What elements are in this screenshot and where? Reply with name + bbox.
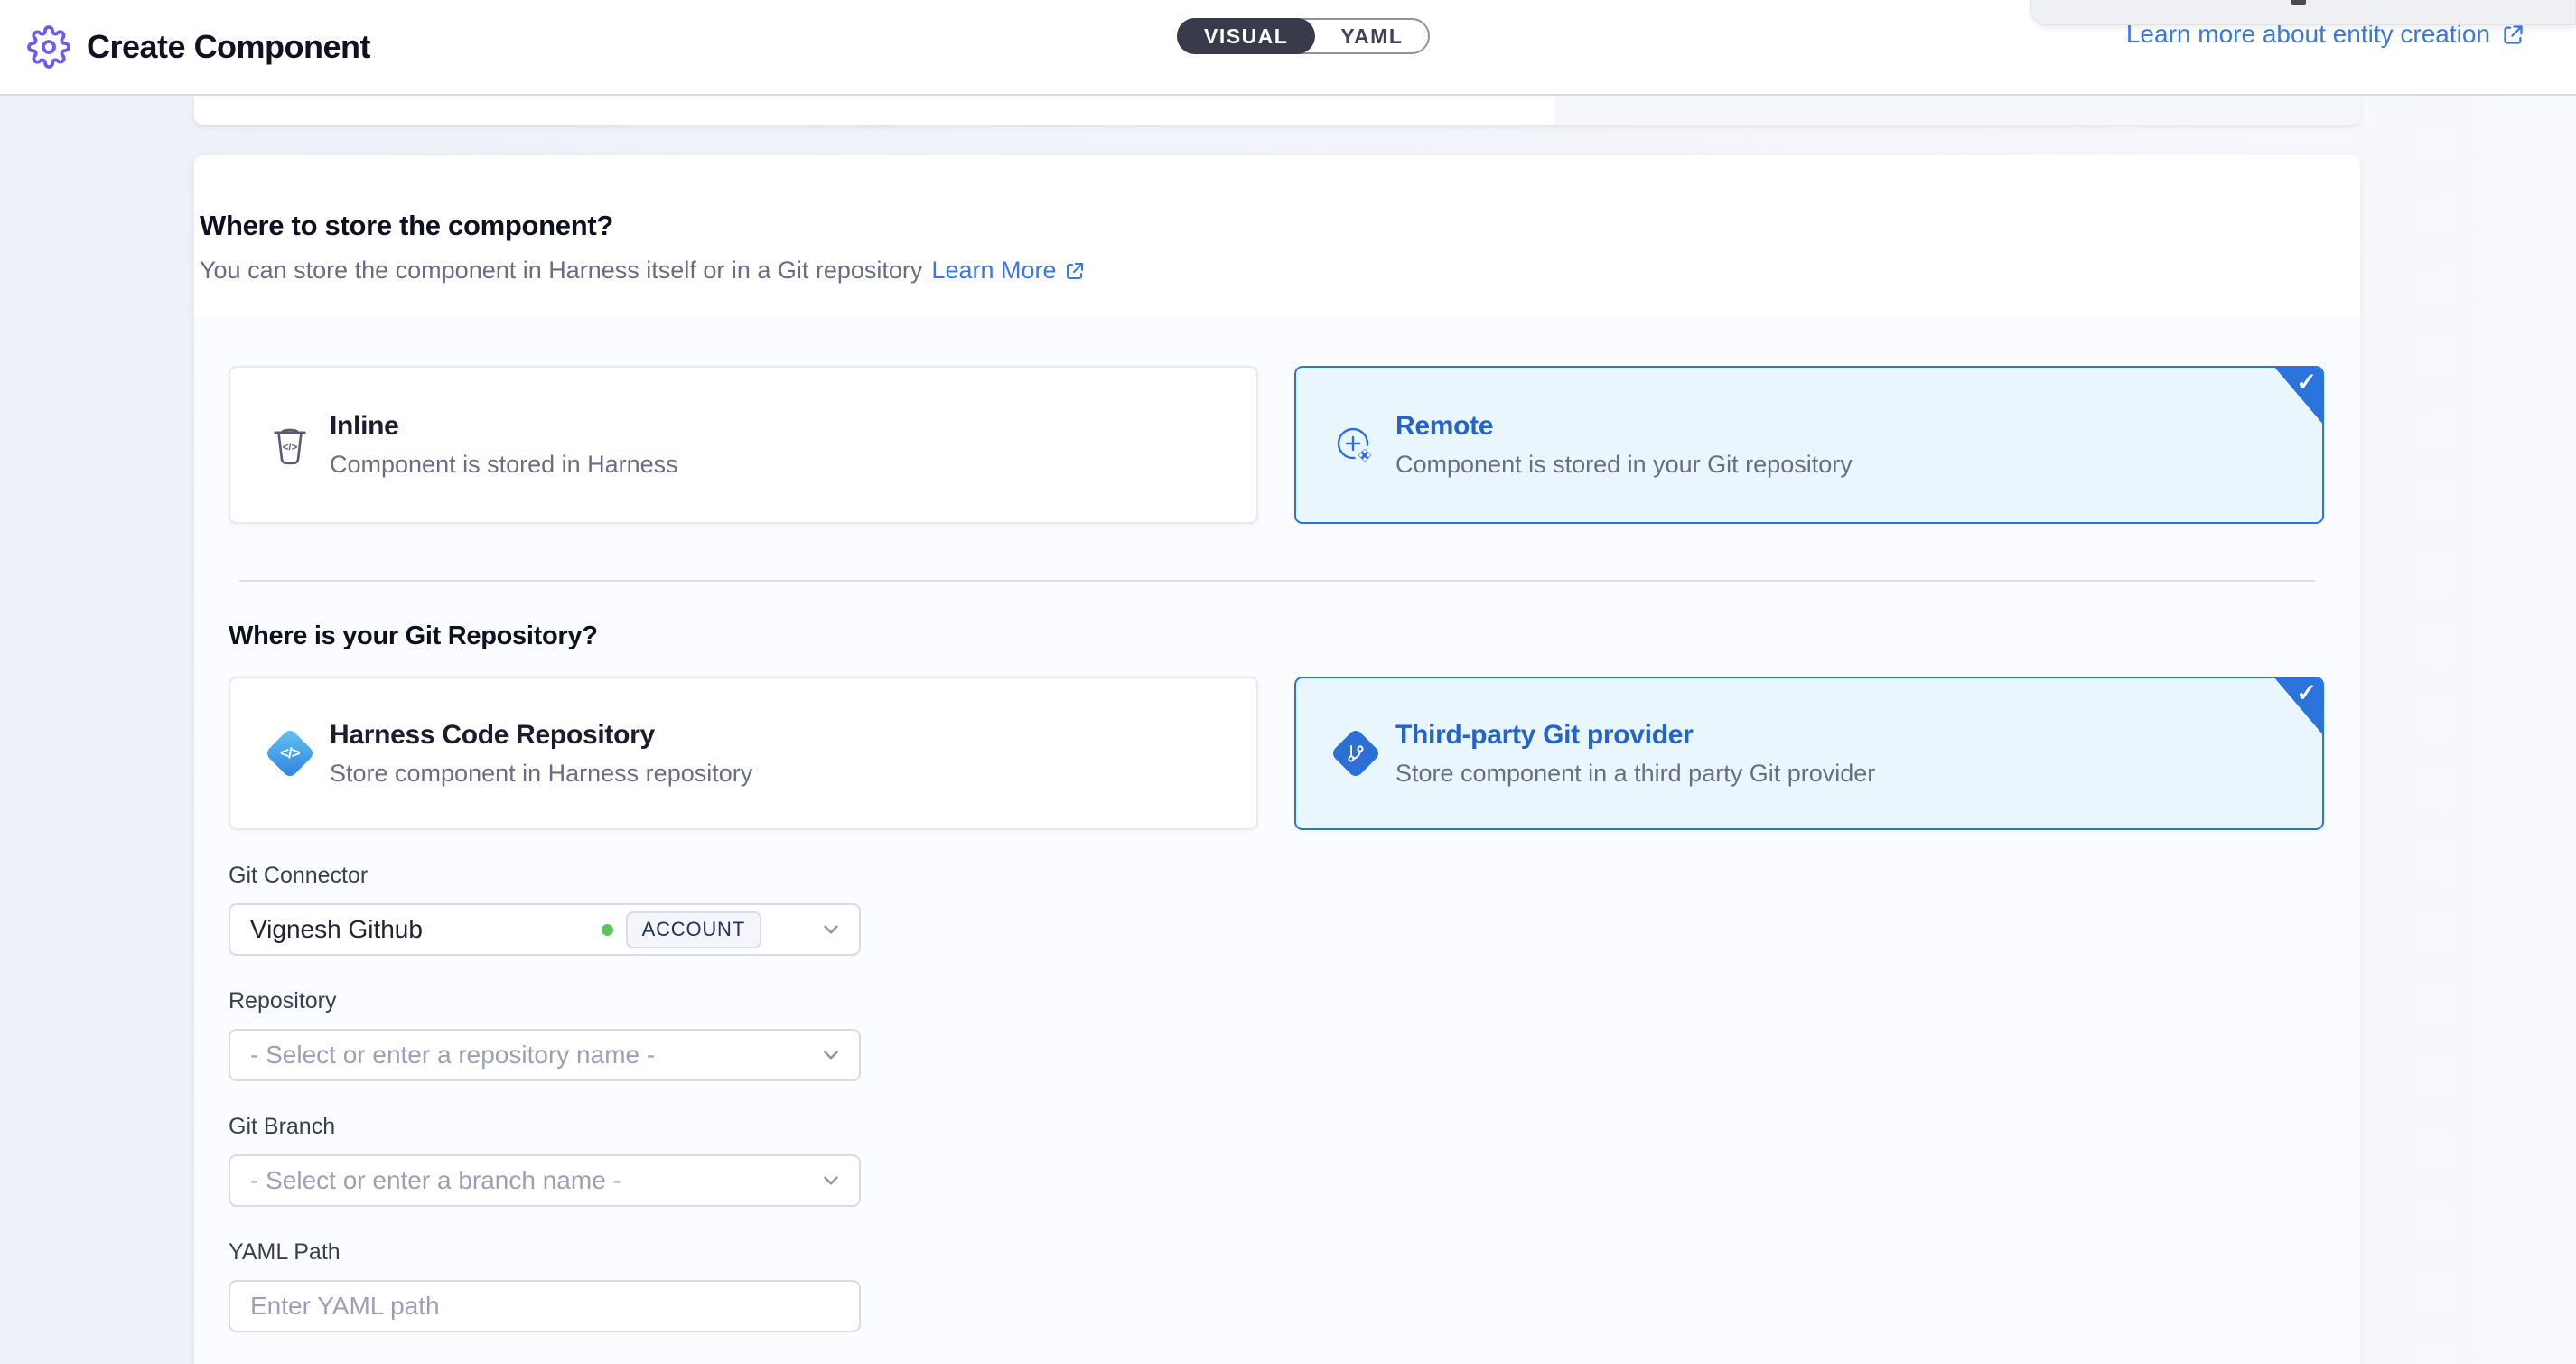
remote-storage-icon	[1332, 422, 1379, 469]
option-title-harness-code: Harness Code Repository	[330, 720, 752, 751]
scrolled-card-remnant-right	[1554, 96, 2360, 125]
scope-badge: ACCOUNT	[626, 911, 761, 948]
git-connector-label: Git Connector	[229, 863, 861, 889]
selected-check-icon	[2273, 366, 2324, 425]
option-desc-harness-code: Store component in Harness repository	[330, 760, 752, 788]
store-options-section: </> Inline Component is stored in Harnes…	[194, 317, 2360, 1364]
scrolled-card-remnant-left	[194, 96, 1554, 125]
inline-storage-icon: </>	[266, 424, 313, 467]
page-header: Create Component VISUAL YAML Learn more …	[0, 0, 2576, 96]
visual-yaml-toggle[interactable]: VISUAL YAML	[1177, 18, 1430, 54]
git-connector-select[interactable]: Vignesh Github ACCOUNT	[229, 903, 861, 956]
store-section-subtitle: You can store the component in Harness i…	[200, 257, 922, 285]
selected-check-icon	[2273, 677, 2324, 736]
cutoff-popover-remnant	[2030, 0, 2576, 25]
learn-more-link[interactable]: Learn More	[931, 257, 1085, 285]
chevron-down-icon	[819, 918, 843, 941]
git-branch-select[interactable]: - Select or enter a branch name -	[229, 1154, 861, 1207]
option-desc-third-party-git: Store component in a third party Git pro…	[1395, 760, 1875, 788]
green-status-dot	[602, 924, 613, 936]
git-branch-icon	[1332, 735, 1379, 771]
svg-text:</>: </>	[283, 442, 298, 453]
chevron-down-icon	[819, 1169, 843, 1192]
repository-label: Repository	[229, 988, 861, 1014]
repository-select[interactable]: - Select or enter a repository name -	[229, 1029, 861, 1081]
option-title-inline: Inline	[330, 411, 678, 442]
learn-more-label: Learn More	[931, 257, 1056, 285]
store-section-intro: Where to store the component? You can st…	[194, 155, 2360, 285]
section-divider	[239, 580, 2315, 582]
git-branch-field: Git Branch - Select or enter a branch na…	[229, 1114, 861, 1207]
yaml-path-field: YAML Path	[229, 1239, 861, 1332]
option-title-third-party-git: Third-party Git provider	[1395, 720, 1875, 751]
option-card-inline[interactable]: </> Inline Component is stored in Harnes…	[229, 366, 1258, 524]
option-card-harness-code[interactable]: </> Harness Code Repository Store compon…	[229, 677, 1258, 830]
external-link-icon	[1064, 260, 1086, 282]
option-card-remote[interactable]: Remote Component is stored in your Git r…	[1294, 366, 2324, 524]
content-column: Where to store the component? You can st…	[194, 96, 2360, 1364]
option-card-third-party-git[interactable]: Third-party Git provider Store component…	[1294, 677, 2324, 830]
scrolled-card-remnant	[194, 96, 2360, 125]
git-branch-placeholder: - Select or enter a branch name -	[250, 1166, 621, 1195]
tab-visual[interactable]: VISUAL	[1177, 18, 1315, 54]
git-details-form: Git Connector Vignesh Github ACCOUNT Rep…	[229, 863, 861, 1332]
harness-code-icon: </>	[266, 735, 313, 771]
yaml-path-input[interactable]	[229, 1280, 861, 1332]
git-provider-options: </> Harness Code Repository Store compon…	[229, 677, 2324, 830]
storage-type-options: </> Inline Component is stored in Harnes…	[229, 366, 2324, 524]
git-connector-field: Git Connector Vignesh Github ACCOUNT	[229, 863, 861, 956]
cutoff-popover-fragment	[2291, 0, 2306, 5]
page-title: Create Component	[87, 28, 370, 66]
create-component-form-panel: Where to store the component? You can st…	[194, 155, 2360, 1364]
repo-section-heading: Where is your Git Repository?	[229, 621, 2324, 651]
repository-field: Repository - Select or enter a repositor…	[229, 988, 861, 1081]
store-section-heading: Where to store the component?	[200, 210, 2324, 242]
option-desc-inline: Component is stored in Harness	[330, 451, 678, 479]
yaml-path-label: YAML Path	[229, 1239, 861, 1266]
chevron-down-icon	[819, 1043, 843, 1067]
repository-placeholder: - Select or enter a repository name -	[250, 1041, 655, 1070]
git-branch-label: Git Branch	[229, 1114, 861, 1140]
gear-icon	[27, 25, 70, 69]
external-link-icon	[2501, 23, 2525, 47]
git-connector-value: Vignesh Github	[250, 915, 423, 944]
option-title-remote: Remote	[1395, 411, 1853, 442]
tab-yaml[interactable]: YAML	[1315, 24, 1428, 49]
option-desc-remote: Component is stored in your Git reposito…	[1395, 451, 1853, 479]
